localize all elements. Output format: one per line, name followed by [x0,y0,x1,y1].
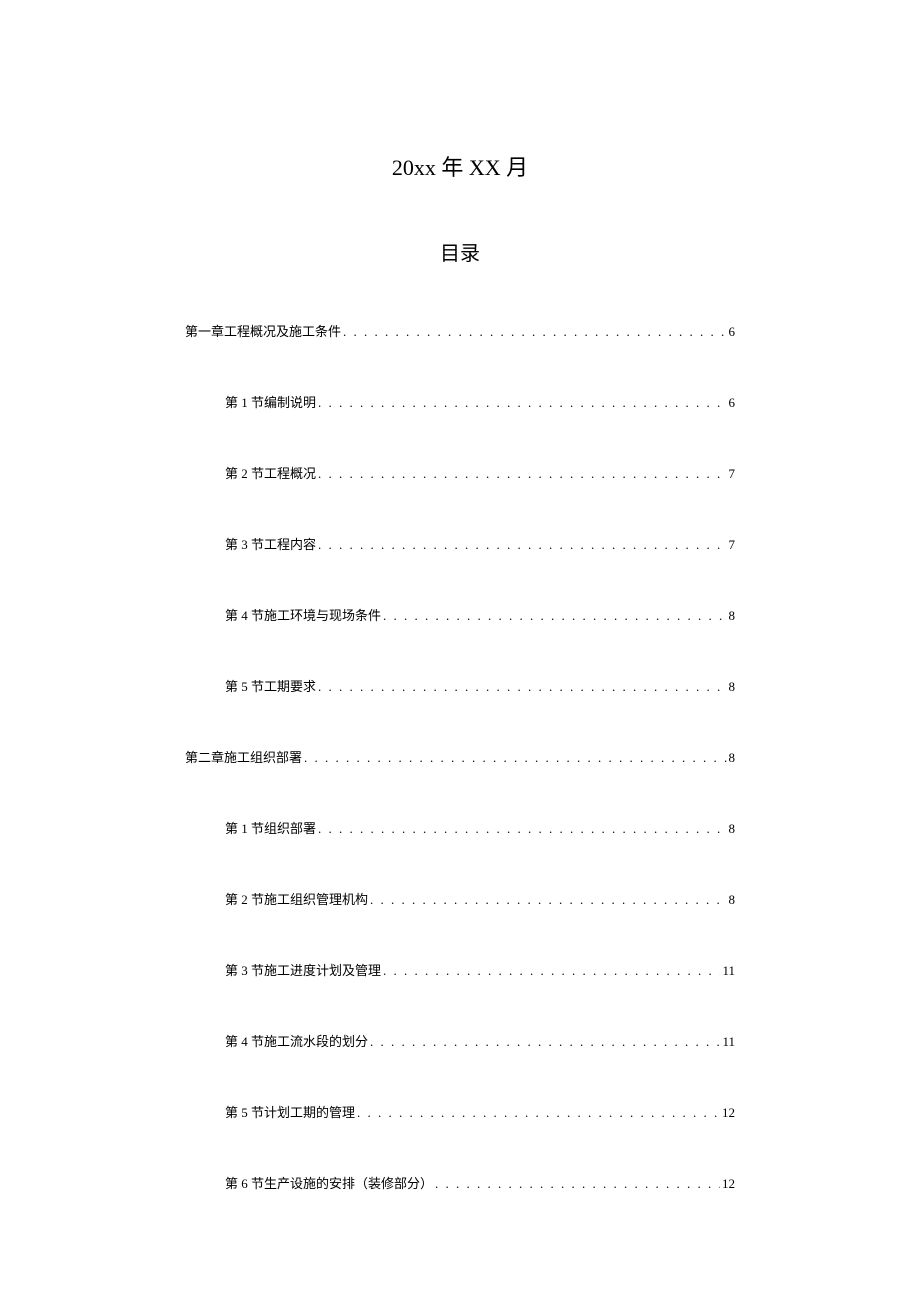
toc-label: 第 1 节编制说明 [225,392,316,411]
toc-title: 目录 [185,237,735,266]
toc-page: 8 [729,679,736,695]
toc-page: 8 [729,750,736,766]
toc-entry: 第 1 节编制说明 6 [185,392,735,411]
toc-label: 第 4 节施工流水段的划分 [225,1031,368,1050]
toc-label: 第 1 节组织部署 [225,818,316,837]
toc-label: 第一章工程概况及施工条件 [185,321,341,340]
toc-dots [435,1176,720,1192]
toc-entry: 第 3 节施工进度计划及管理 11 [185,960,735,979]
toc-entry: 第 5 节工期要求 8 [185,676,735,695]
table-of-contents: 第一章工程概况及施工条件 6 第 1 节编制说明 6 第 2 节工程概况 7 第… [185,321,735,1192]
toc-entry: 第 3 节工程内容 7 [185,534,735,553]
toc-label: 第 2 节施工组织管理机构 [225,889,368,908]
toc-dots [318,395,726,411]
toc-page: 11 [722,963,735,979]
toc-page: 7 [729,466,736,482]
toc-dots [343,324,726,340]
toc-page: 6 [729,324,736,340]
toc-entry: 第一章工程概况及施工条件 6 [185,321,735,340]
toc-dots [318,466,726,482]
toc-dots [357,1105,720,1121]
date-line: 20xx 年 XX 月 [185,150,735,182]
toc-entry: 第 2 节工程概况 7 [185,463,735,482]
toc-label: 第二章施工组织部署 [185,747,302,766]
toc-entry: 第 1 节组织部署 8 [185,818,735,837]
toc-entry: 第 4 节施工流水段的划分 11 [185,1031,735,1050]
toc-label: 第 3 节施工进度计划及管理 [225,960,381,979]
toc-dots [318,679,726,695]
toc-entry: 第 2 节施工组织管理机构 8 [185,889,735,908]
toc-dots [383,608,726,624]
toc-dots [318,821,726,837]
toc-entry: 第 4 节施工环境与现场条件 8 [185,605,735,624]
toc-label: 第 6 节生产设施的安排（装修部分） [225,1173,433,1192]
toc-entry: 第 6 节生产设施的安排（装修部分） 12 [185,1173,735,1192]
toc-dots [383,963,720,979]
toc-page: 6 [729,395,736,411]
toc-entry: 第二章施工组织部署 8 [185,747,735,766]
toc-entry: 第 5 节计划工期的管理 12 [185,1102,735,1121]
toc-page: 11 [722,1034,735,1050]
toc-dots [318,537,726,553]
toc-page: 8 [729,821,736,837]
toc-page: 12 [722,1105,735,1121]
toc-page: 8 [729,608,736,624]
toc-label: 第 2 节工程概况 [225,463,316,482]
toc-label: 第 5 节工期要求 [225,676,316,695]
toc-label: 第 4 节施工环境与现场条件 [225,605,381,624]
toc-dots [304,750,726,766]
toc-label: 第 3 节工程内容 [225,534,316,553]
toc-dots [370,1034,720,1050]
toc-page: 12 [722,1176,735,1192]
toc-dots [370,892,726,908]
toc-page: 8 [729,892,736,908]
toc-label: 第 5 节计划工期的管理 [225,1102,355,1121]
toc-page: 7 [729,537,736,553]
